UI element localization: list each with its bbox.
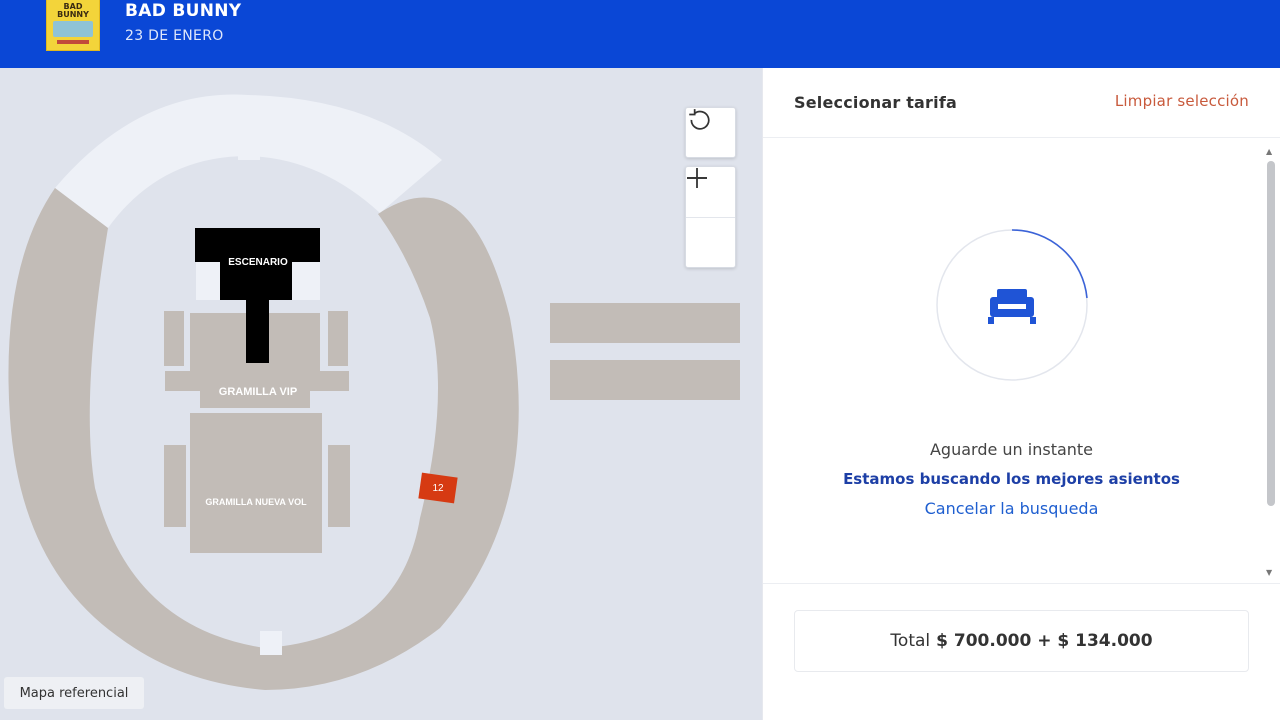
stage-runway bbox=[246, 300, 269, 363]
zoom-out-button[interactable] bbox=[686, 177, 735, 267]
scroll-thumb[interactable] bbox=[1267, 161, 1275, 506]
map-reference-label: Mapa referencial bbox=[4, 677, 144, 709]
gramilla-nueva[interactable] bbox=[190, 413, 322, 553]
upper-tier bbox=[55, 94, 442, 228]
annex-section-upper[interactable] bbox=[550, 303, 740, 343]
annex-section-lower[interactable] bbox=[550, 360, 740, 400]
panel-footer: Total $ 700.000 + $ 134.000 bbox=[763, 583, 1280, 720]
venue-map-svg[interactable]: ESCENARIO GRAMILLA VIP GRAMILLA NUEVA VO… bbox=[0, 68, 762, 720]
scroll-up-icon[interactable]: ▲ bbox=[1266, 147, 1272, 156]
event-date: 23 DE ENERO bbox=[125, 28, 224, 44]
clear-selection-link[interactable]: Limpiar selección bbox=[1115, 92, 1249, 110]
total-label: Total bbox=[890, 631, 931, 651]
stage-label: ESCENARIO bbox=[228, 257, 288, 268]
event-thumbnail: BAD BUNNY bbox=[46, 0, 100, 51]
seat-map[interactable]: ESCENARIO GRAMILLA VIP GRAMILLA NUEVA VO… bbox=[0, 68, 762, 720]
loading-spinner bbox=[936, 229, 1088, 381]
minus-icon bbox=[687, 177, 707, 179]
total-box: Total $ 700.000 + $ 134.000 bbox=[794, 610, 1249, 672]
panel-title: Seleccionar tarifa bbox=[794, 93, 957, 112]
thumbnail-text: BAD BUNNY bbox=[57, 2, 89, 19]
searching-message: Estamos buscando los mejores asientos bbox=[843, 470, 1180, 488]
rotate-ccw-icon bbox=[689, 109, 710, 130]
total-amount: $ 700.000 + $ 134.000 bbox=[936, 631, 1153, 651]
event-title: BAD BUNNY bbox=[125, 1, 242, 21]
scrollbar[interactable]: ▲ ▼ bbox=[1266, 147, 1276, 577]
wait-message: Aguarde un instante bbox=[929, 440, 1094, 459]
zoom-controls bbox=[685, 166, 736, 268]
nueva-label: GRAMILLA NUEVA VOL bbox=[205, 497, 307, 507]
vip-label: GRAMILLA VIP bbox=[219, 386, 297, 398]
panel-header: Seleccionar tarifa Limpiar selección bbox=[763, 68, 1280, 138]
reset-view-button[interactable] bbox=[685, 107, 736, 158]
cancel-search-link[interactable]: Cancelar la busqueda bbox=[763, 499, 1260, 518]
panel-scroll-area[interactable]: ▲ ▼ Aguarde un instante Estamos buscando… bbox=[763, 139, 1280, 583]
selected-seat-label: 12 bbox=[432, 483, 444, 494]
scroll-down-icon[interactable]: ▼ bbox=[1266, 568, 1272, 577]
header-bar: BAD BUNNY BAD BUNNY 23 DE ENERO bbox=[0, 0, 1280, 68]
fare-panel: Seleccionar tarifa Limpiar selección ▲ ▼… bbox=[762, 68, 1280, 720]
